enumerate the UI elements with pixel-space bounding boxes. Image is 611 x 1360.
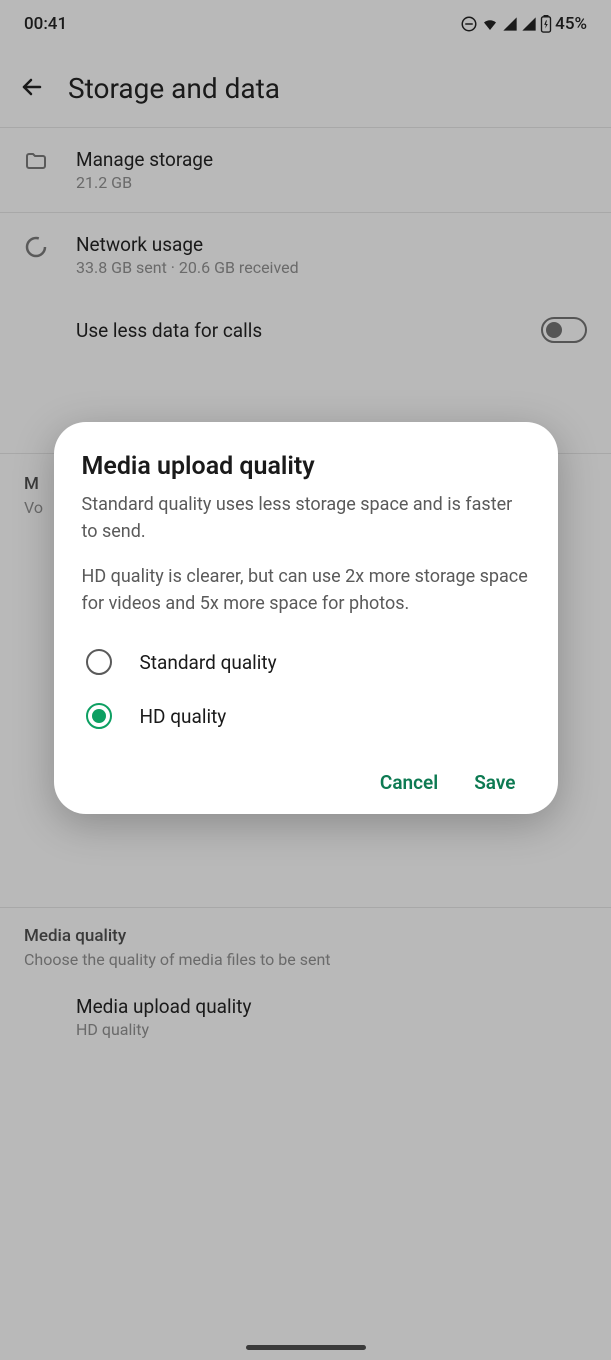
media-upload-quality-dialog: Media upload quality Standard quality us… [54,422,558,814]
dialog-title: Media upload quality [82,452,530,481]
dialog-desc-2: HD quality is clearer, but can use 2x mo… [82,563,530,617]
dialog-overlay: Media upload quality Standard quality us… [0,0,611,1360]
cancel-button[interactable]: Cancel [380,771,438,794]
radio-standard-label: Standard quality [140,651,277,674]
home-indicator[interactable] [246,1345,366,1350]
save-button[interactable]: Save [474,771,515,794]
radio-standard-icon [86,649,112,675]
dialog-desc-1: Standard quality uses less storage space… [82,491,530,545]
radio-hd-icon [86,703,112,729]
radio-option-hd[interactable]: HD quality [82,689,530,743]
radio-option-standard[interactable]: Standard quality [82,635,530,689]
dialog-actions: Cancel Save [82,771,530,794]
radio-hd-label: HD quality [140,705,227,728]
